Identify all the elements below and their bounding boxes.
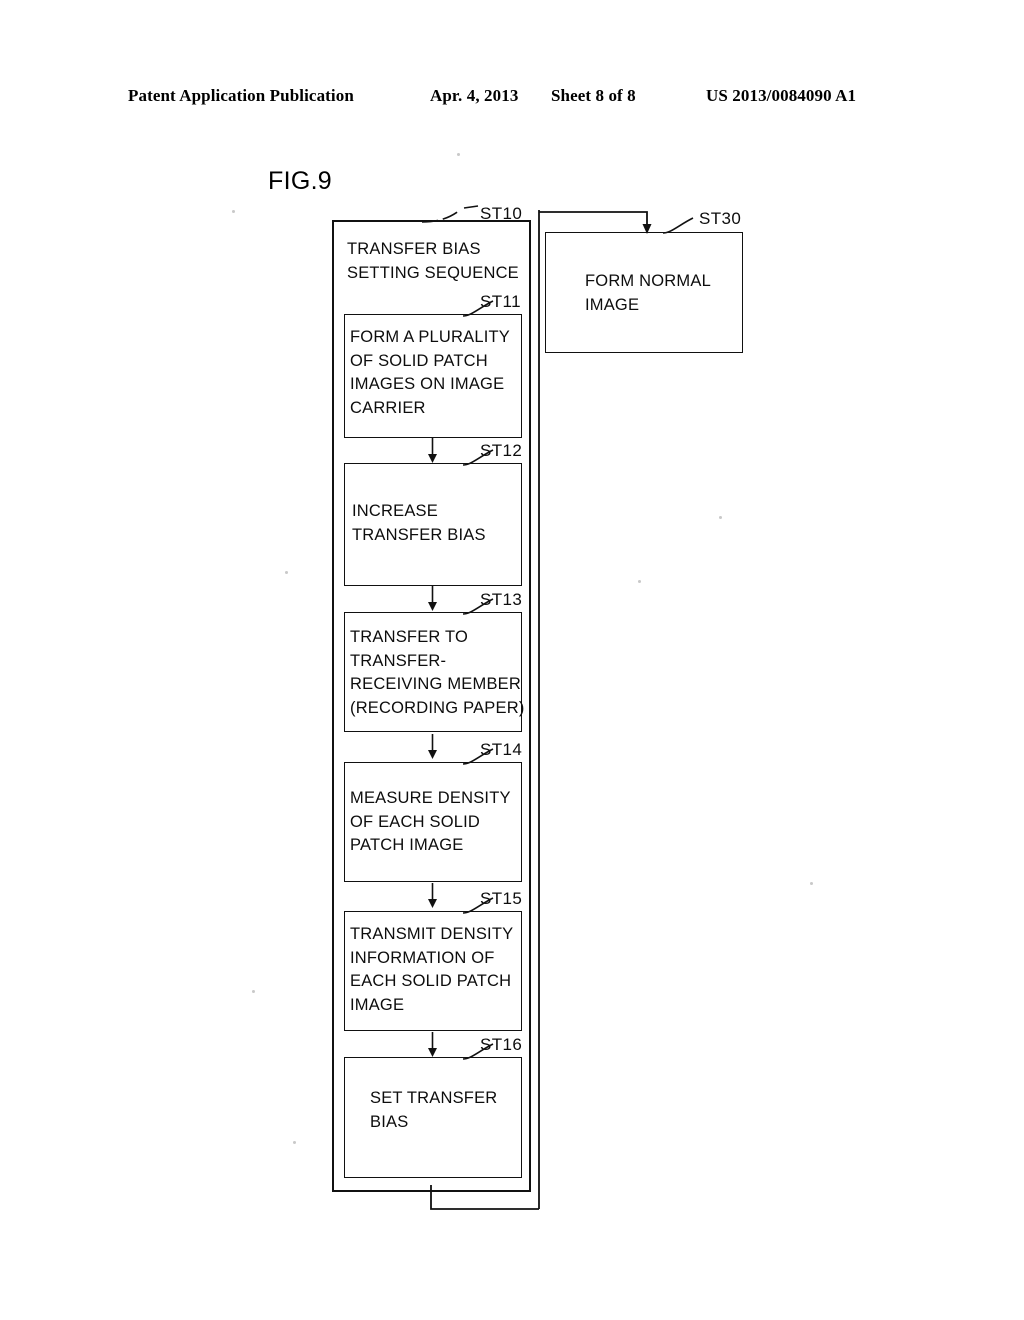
process-box-st30-label: FORM NORMAL IMAGE [585, 272, 711, 314]
step-tag-st10: ST10 [480, 204, 523, 223]
step-tag-st16: ST16 [480, 1035, 523, 1054]
connector-vertical-riser [538, 210, 540, 1209]
leader-line-st30 [662, 217, 694, 234]
figure-drawing: TRANSFER BIAS SETTING SEQUENCE ST10 FORM… [0, 0, 1024, 1320]
step-tag-st13: ST13 [480, 590, 523, 609]
process-box-st12-label: INCREASE TRANSFER BIAS [352, 502, 486, 544]
process-box-st13-label: TRANSFER TO TRANSFER- RECEIVING MEMBER (… [350, 628, 525, 717]
process-box-st10-label: TRANSFER BIAS SETTING SEQUENCE [347, 240, 519, 282]
step-tag-st30: ST30 [699, 209, 742, 228]
step-tag-st11: ST11 [480, 292, 521, 311]
process-box-st16-label: SET TRANSFER BIAS [370, 1089, 498, 1131]
scan-speck [719, 516, 722, 519]
step-tag-st12: ST12 [480, 441, 523, 460]
scan-speck [252, 990, 255, 993]
scan-speck [293, 1141, 296, 1144]
arrow-st13-to-st14 [428, 734, 437, 759]
scan-speck [810, 882, 813, 885]
scan-speck [285, 571, 288, 574]
arrow-st12-to-st13 [428, 586, 437, 611]
arrow-st11-to-st12 [428, 438, 437, 463]
scan-speck [232, 210, 235, 213]
scan-speck [457, 153, 460, 156]
step-tag-st14: ST14 [480, 740, 523, 759]
arrow-st14-to-st15 [428, 883, 437, 908]
process-box-st14-label: MEASURE DENSITY OF EACH SOLID PATCH IMAG… [350, 789, 511, 854]
scan-speck [638, 580, 641, 583]
arrow-st15-to-st16 [428, 1032, 437, 1057]
process-box-st15-label: TRANSMIT DENSITY INFORMATION OF EACH SOL… [350, 925, 514, 1014]
step-tag-st15: ST15 [480, 889, 523, 908]
process-box-st11-label: FORM A PLURALITY OF SOLID PATCH IMAGES O… [350, 328, 510, 417]
